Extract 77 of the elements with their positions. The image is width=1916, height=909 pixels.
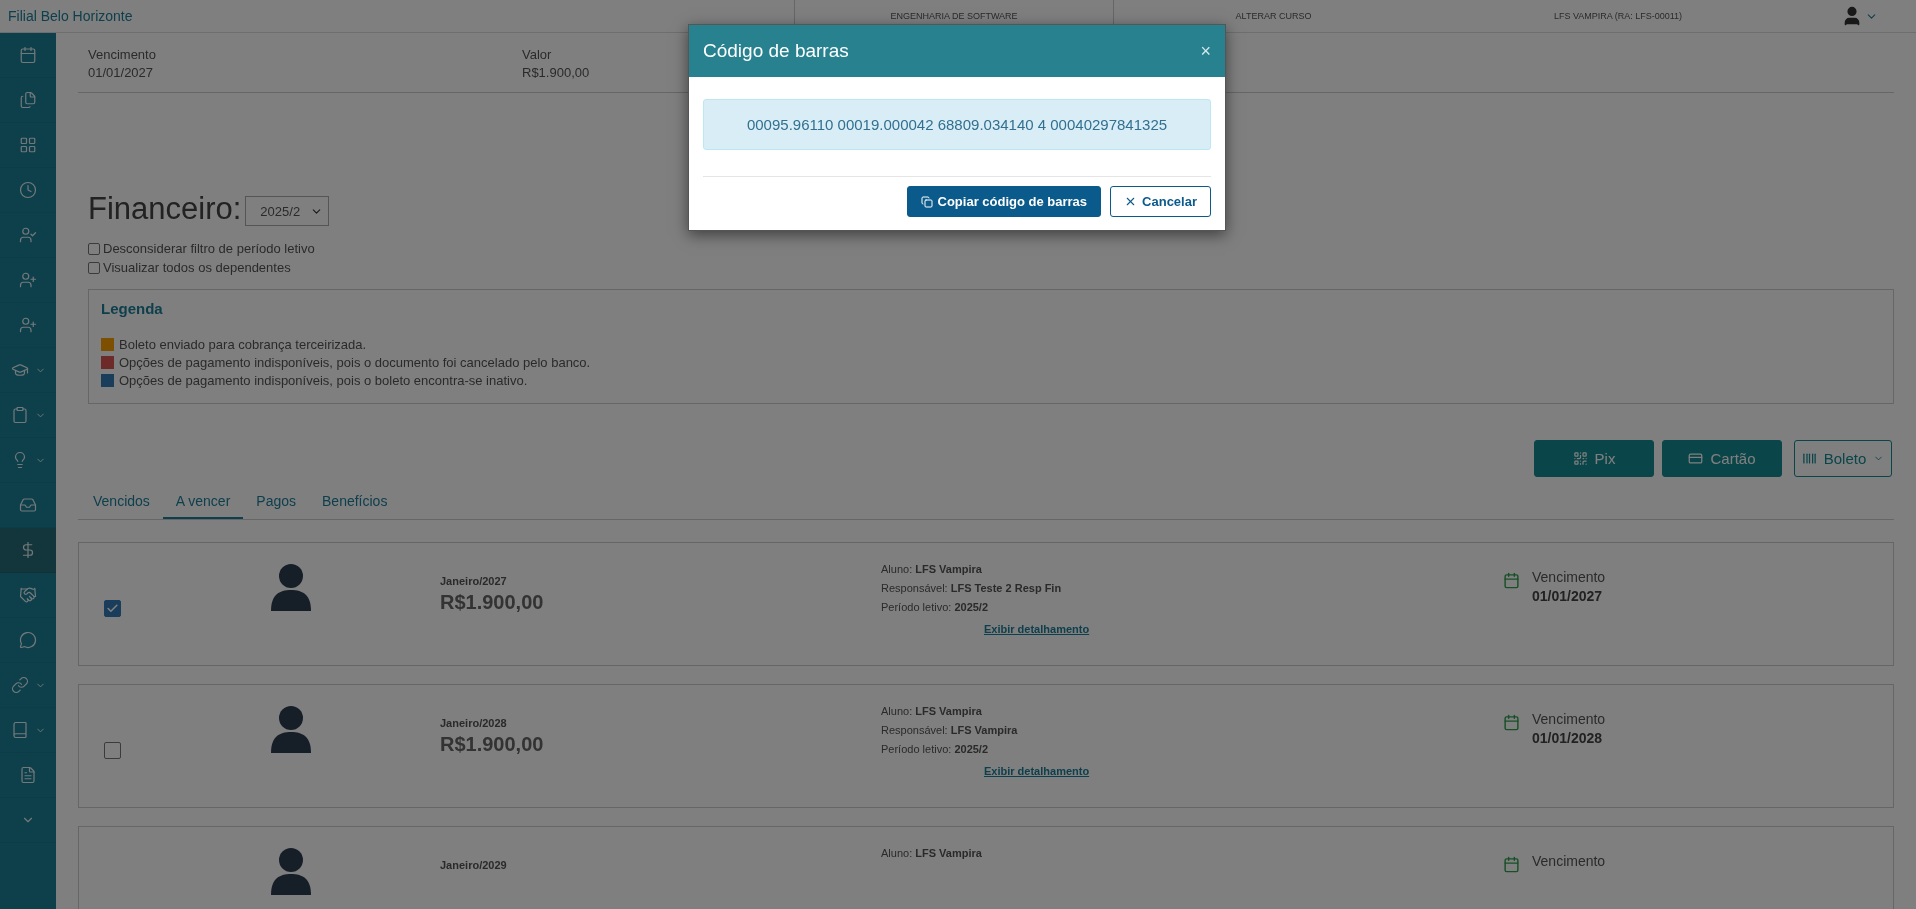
student-line: Aluno: LFS Vampira xyxy=(881,563,983,575)
tab[interactable]: Vencidos xyxy=(80,483,163,519)
summary-label: Vencimento xyxy=(88,47,157,62)
responsible-line: Responsável: LFS Vampira xyxy=(881,724,1019,736)
grid-icon xyxy=(19,136,37,154)
documents-icon xyxy=(19,91,37,109)
period-line: Período letivo: 2025/2 xyxy=(881,743,990,755)
tab[interactable]: Pagos xyxy=(243,483,309,519)
check-icon xyxy=(106,602,119,615)
amount: R$1.900,00 xyxy=(440,591,545,614)
cancel-button[interactable]: Cancelar xyxy=(1110,186,1211,217)
copy-icon xyxy=(920,195,933,208)
sidebar-item[interactable] xyxy=(0,528,56,573)
barcode-text: 00095.96110 00019.000042 68809.034140 4 00040297841325 xyxy=(703,99,1211,150)
checkbox[interactable] xyxy=(88,242,100,255)
payment-button[interactable]: Cartão xyxy=(1662,440,1782,477)
document-icon xyxy=(19,766,37,784)
branch-name[interactable]: Filial Belo Horizonte xyxy=(8,8,133,24)
user-plus-icon xyxy=(19,316,37,334)
calendar-icon xyxy=(19,46,37,64)
due-label: Vencimento xyxy=(1532,569,1606,585)
details-link[interactable]: Exibir detalhamento xyxy=(984,623,1503,635)
responsible-line: Responsável: LFS Teste 2 Resp Fin xyxy=(881,582,1063,594)
calendar-icon xyxy=(1503,572,1520,589)
user-plus-icon xyxy=(19,271,37,289)
month-label: Janeiro/2029 xyxy=(440,859,508,871)
period-select[interactable]: 2025/2 xyxy=(245,196,330,226)
handshake-icon xyxy=(19,586,37,604)
checkbox-label: Desconsiderar filtro de período letivo xyxy=(103,241,315,256)
clipboard-icon xyxy=(10,406,29,424)
page-title: Financeiro: xyxy=(88,191,242,227)
graduation-cap-icon xyxy=(10,361,29,379)
student-line: Aluno: LFS Vampira xyxy=(881,847,983,859)
credit-card-icon xyxy=(1688,451,1704,466)
tab[interactable]: A vencer xyxy=(162,483,244,519)
clock-icon xyxy=(19,181,37,199)
details-link[interactable]: Exibir detalhamento xyxy=(984,765,1503,777)
amount: R$1.900,00 xyxy=(440,733,545,756)
link-icon xyxy=(10,676,29,694)
checkbox[interactable] xyxy=(88,261,100,274)
close-button[interactable]: × xyxy=(1200,40,1211,62)
legend-title: Legenda xyxy=(101,300,164,317)
user-check-icon xyxy=(19,226,37,244)
course-name: ENGENHARIA DE SOFTWARE xyxy=(890,11,1018,21)
calendar-icon xyxy=(1503,714,1520,731)
dialog-title: Código de barras xyxy=(703,40,849,62)
person-silhouette-icon xyxy=(271,563,311,613)
qr-code-icon xyxy=(1572,451,1588,466)
payment-button[interactable]: Pix xyxy=(1534,440,1654,477)
inbox-icon xyxy=(19,496,37,514)
book-icon xyxy=(10,721,29,739)
student-line: Aluno: LFS Vampira xyxy=(881,705,983,717)
due-label: Vencimento xyxy=(1532,711,1606,727)
month-label: Janeiro/2027 xyxy=(440,575,508,587)
calendar-icon xyxy=(1503,856,1520,873)
person-silhouette-icon xyxy=(271,705,311,755)
period-line: Período letivo: 2025/2 xyxy=(881,601,990,613)
summary-label: Valor xyxy=(522,47,553,62)
month-label: Janeiro/2028 xyxy=(440,717,508,729)
checkbox[interactable] xyxy=(104,600,121,617)
checkbox[interactable] xyxy=(104,742,121,759)
user-name: LFS VAMPIRA (RA: LFS-00011) xyxy=(1553,11,1683,21)
payment-button[interactable]: Boleto xyxy=(1794,440,1892,477)
legend-text: Boleto enviado para cobrança terceirizada. xyxy=(119,336,367,352)
change-course-link[interactable]: ALTERAR CURSO xyxy=(1235,11,1312,21)
legend-text: Opções de pagamento indisponíveis, pois o documento foi cancelado pelo banco. xyxy=(119,354,591,370)
copy-button[interactable]: Copiar código de barras xyxy=(906,186,1102,217)
due-date: 01/01/2028 xyxy=(1532,730,1604,746)
person-silhouette-icon xyxy=(271,847,311,897)
summary-value: R$1.900,00 xyxy=(522,65,590,80)
checkbox-label: Visualizar todos os dependentes xyxy=(103,260,291,275)
due-label: Vencimento xyxy=(1532,853,1606,869)
barcode-icon xyxy=(1801,451,1817,466)
tab[interactable]: Benefícios xyxy=(309,483,401,519)
summary-value: 01/01/2027 xyxy=(88,65,155,80)
due-date: 01/01/2027 xyxy=(1532,588,1604,604)
legend-text: Opções de pagamento indisponíveis, pois o boleto encontra-se inativo. xyxy=(119,372,528,388)
